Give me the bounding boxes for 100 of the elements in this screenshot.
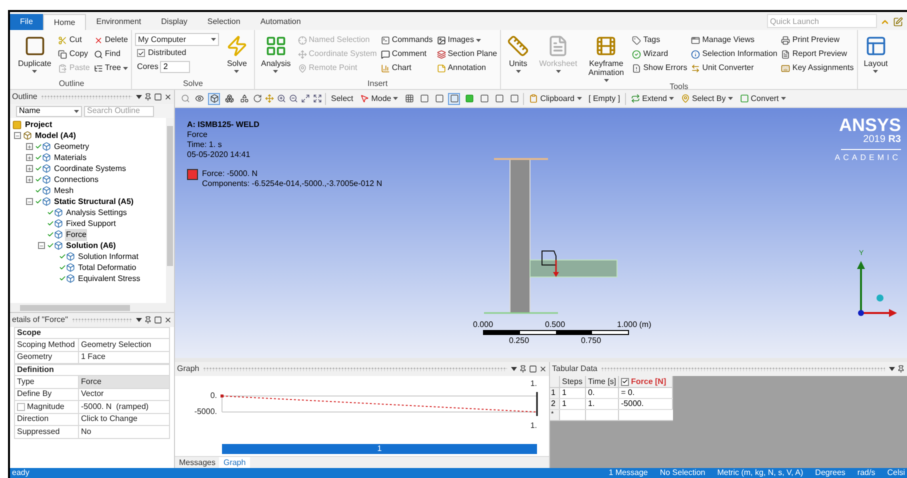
- mode-button[interactable]: Mode: [358, 92, 400, 104]
- duplicate-button[interactable]: Duplicate: [15, 33, 54, 79]
- panel-tab[interactable]: Messages: [175, 457, 220, 468]
- dropdown-icon[interactable]: [889, 367, 895, 371]
- comment-button[interactable]: Comment: [380, 47, 433, 61]
- expand-icon[interactable]: [26, 154, 33, 161]
- tree-item[interactable]: Model (A4): [34, 130, 77, 142]
- zoom-box-icon[interactable]: [313, 94, 322, 103]
- tree-item[interactable]: Static Structural (A5): [53, 196, 135, 208]
- close-icon[interactable]: [539, 365, 547, 373]
- find-button[interactable]: Find: [94, 47, 128, 61]
- horizontal-scrollbar[interactable]: [10, 303, 174, 312]
- collapse-icon[interactable]: [38, 242, 45, 249]
- tags-button[interactable]: Tags: [632, 33, 688, 47]
- pan-icon[interactable]: [265, 94, 274, 103]
- display-mode-icon[interactable]: [208, 92, 220, 104]
- maximize-icon[interactable]: [529, 365, 537, 373]
- extend-button[interactable]: Extend: [629, 92, 676, 104]
- pin-icon[interactable]: [144, 93, 152, 101]
- dropdown-icon[interactable]: [511, 367, 517, 371]
- layout-button[interactable]: Layout: [860, 33, 891, 89]
- zoom-icon[interactable]: [181, 94, 190, 103]
- tree-item[interactable]: Solution (A6): [65, 240, 117, 252]
- maximize-icon[interactable]: [154, 316, 162, 324]
- copy-button[interactable]: Copy: [58, 47, 90, 61]
- tree-button[interactable]: Tree: [94, 61, 128, 75]
- expand-icon[interactable]: [26, 165, 33, 172]
- units-button[interactable]: Units: [504, 33, 532, 82]
- print-preview-button[interactable]: Print Preview: [781, 33, 854, 47]
- column-checkbox[interactable]: [621, 378, 629, 386]
- selection-filter-icon[interactable]: [478, 92, 490, 104]
- ribbon-tab[interactable]: Environment: [86, 14, 152, 30]
- expand-icon[interactable]: [26, 143, 33, 150]
- images-button[interactable]: Images: [436, 33, 498, 47]
- tree-item[interactable]: Force: [65, 228, 88, 240]
- clipboard-button[interactable]: Clipboard: [527, 92, 584, 104]
- tree-item[interactable]: Project: [24, 118, 54, 130]
- ribbon-tab[interactable]: Home: [42, 14, 86, 30]
- select-by-button[interactable]: Select By: [678, 92, 735, 104]
- delete-button[interactable]: Delete: [94, 33, 128, 47]
- selection-filter-icon[interactable]: [448, 92, 460, 104]
- parameter-checkbox[interactable]: [17, 402, 25, 411]
- wizard-button[interactable]: Wizard: [632, 47, 688, 61]
- ribbon-tab[interactable]: Automation: [250, 14, 311, 30]
- tree-item[interactable]: Equivalent Stress: [77, 272, 142, 284]
- tree-item[interactable]: Connections: [53, 174, 100, 186]
- section-plane-button[interactable]: Section Plane: [436, 47, 498, 61]
- key-assignments-button[interactable]: Key Assignments: [781, 61, 854, 75]
- dropdown-icon[interactable]: [136, 318, 142, 322]
- zoom-in-icon[interactable]: [277, 94, 286, 103]
- tree-item[interactable]: Geometry: [53, 140, 90, 152]
- close-icon[interactable]: [164, 93, 172, 101]
- tree-item[interactable]: Coordinate Systems: [53, 162, 128, 174]
- tree-item[interactable]: Mesh: [53, 184, 75, 196]
- selection-filter-icon[interactable]: [418, 92, 430, 104]
- property-value[interactable]: Force: [79, 376, 169, 388]
- dropdown-icon[interactable]: [136, 95, 142, 99]
- convert-button[interactable]: Convert: [738, 92, 788, 104]
- commands-button[interactable]: Commands: [380, 33, 433, 47]
- pin-icon[interactable]: [144, 316, 152, 324]
- tree-item[interactable]: Fixed Support: [65, 218, 117, 230]
- pin-icon[interactable]: [897, 365, 905, 373]
- collapse-icon[interactable]: [26, 198, 33, 205]
- selection-filter-icon[interactable]: [403, 92, 416, 104]
- rotate-icon[interactable]: [253, 94, 262, 103]
- sort-dropdown[interactable]: Name: [16, 106, 82, 116]
- solve-button[interactable]: Solve: [222, 33, 251, 79]
- distributed-checkbox[interactable]: [136, 49, 145, 57]
- note-icon[interactable]: [893, 17, 903, 27]
- solver-dropdown[interactable]: My Computer: [134, 33, 219, 46]
- tree-item[interactable]: Analysis Settings: [65, 206, 128, 218]
- zoom-out-icon[interactable]: [289, 94, 298, 103]
- unit-converter-button[interactable]: Unit Converter: [691, 61, 778, 75]
- tree-item[interactable]: Materials: [53, 152, 88, 164]
- ribbon-tab[interactable]: Selection: [197, 14, 250, 30]
- selection-information-button[interactable]: Selection Information: [691, 47, 778, 61]
- tree-item[interactable]: Solution Informat: [77, 250, 140, 262]
- search-outline-field[interactable]: Search Outline: [84, 106, 154, 116]
- display-mode-icon[interactable]: [223, 92, 235, 104]
- panel-tab[interactable]: Graph: [219, 457, 250, 468]
- keyframe-animation-button[interactable]: Keyframe Animation: [584, 33, 628, 82]
- annotation-button[interactable]: Annotation: [436, 61, 498, 75]
- display-mode-icon[interactable]: [238, 92, 250, 104]
- tree-item[interactable]: Total Deformatio: [77, 262, 138, 274]
- manage-views-button[interactable]: Manage Views: [691, 33, 778, 47]
- display-mode-icon[interactable]: [193, 92, 205, 104]
- show-errors-button[interactable]: Show Errors: [632, 61, 688, 75]
- expand-icon[interactable]: [26, 176, 33, 183]
- selection-filter-icon[interactable]: [433, 92, 446, 104]
- select-button[interactable]: Select: [329, 92, 356, 104]
- chart-button[interactable]: Chart: [380, 61, 433, 75]
- report-preview-button[interactable]: Report Preview: [781, 47, 854, 61]
- fit-icon[interactable]: [301, 94, 310, 103]
- pin-icon[interactable]: [519, 365, 527, 373]
- maximize-icon[interactable]: [154, 93, 162, 101]
- ribbon-tab[interactable]: Display: [151, 14, 198, 30]
- cores-field[interactable]: 2: [160, 61, 190, 73]
- analysis-button[interactable]: Analysis: [258, 33, 294, 79]
- quick-launch-field[interactable]: Quick Launch: [767, 14, 877, 28]
- collapse-icon[interactable]: [14, 132, 21, 139]
